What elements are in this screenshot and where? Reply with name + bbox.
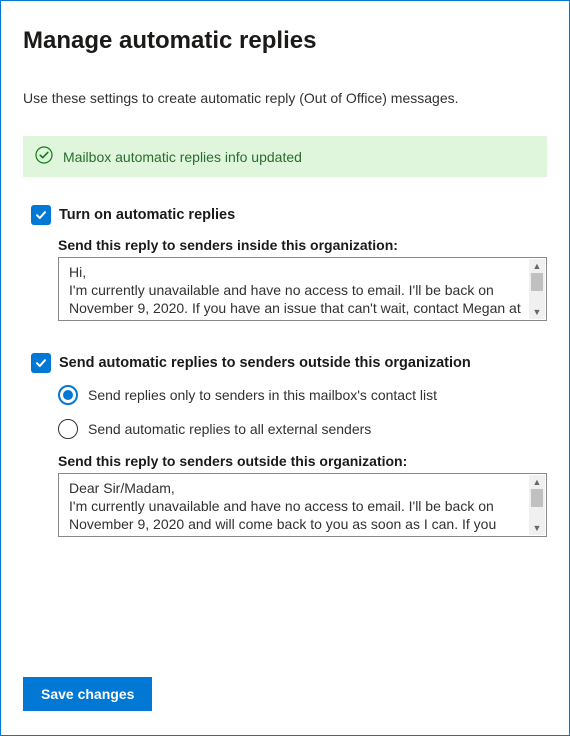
external-reply-label: Send this reply to senders outside this … xyxy=(58,453,547,469)
banner-text: Mailbox automatic replies info updated xyxy=(63,149,302,165)
save-changes-button[interactable]: Save changes xyxy=(23,677,152,711)
page-title: Manage automatic replies xyxy=(23,27,547,55)
scroll-up-icon[interactable]: ▲ xyxy=(529,475,545,489)
enable-autoreply-checkbox[interactable] xyxy=(31,205,51,225)
enable-external-label: Send automatic replies to senders outsid… xyxy=(59,355,471,371)
external-reply-textarea[interactable]: Dear Sir/Madam, I'm currently unavailabl… xyxy=(58,473,547,537)
intro-text: Use these settings to create automatic r… xyxy=(23,90,547,106)
internal-reply-textarea[interactable]: Hi, I'm currently unavailable and have n… xyxy=(58,257,547,321)
scroll-down-icon[interactable]: ▼ xyxy=(529,305,545,319)
radio-all-label: Send automatic replies to all external s… xyxy=(88,421,371,437)
scrollbar[interactable]: ▲ ▼ xyxy=(529,475,545,535)
enable-external-checkbox[interactable] xyxy=(31,353,51,373)
radio-contacts-label: Send replies only to senders in this mai… xyxy=(88,387,437,403)
enable-autoreply-label: Turn on automatic replies xyxy=(59,207,235,223)
radio-all-external[interactable] xyxy=(58,419,78,439)
scrollbar[interactable]: ▲ ▼ xyxy=(529,259,545,319)
scroll-up-icon[interactable]: ▲ xyxy=(529,259,545,273)
scroll-down-icon[interactable]: ▼ xyxy=(529,521,545,535)
radio-contacts-only[interactable] xyxy=(58,385,78,405)
success-banner: Mailbox automatic replies info updated xyxy=(23,136,547,177)
check-circle-icon xyxy=(35,146,53,167)
scroll-thumb[interactable] xyxy=(531,273,543,291)
external-reply-content: Dear Sir/Madam, I'm currently unavailabl… xyxy=(69,479,528,534)
scroll-thumb[interactable] xyxy=(531,489,543,507)
internal-reply-content: Hi, I'm currently unavailable and have n… xyxy=(69,263,528,318)
internal-reply-label: Send this reply to senders inside this o… xyxy=(58,237,547,253)
